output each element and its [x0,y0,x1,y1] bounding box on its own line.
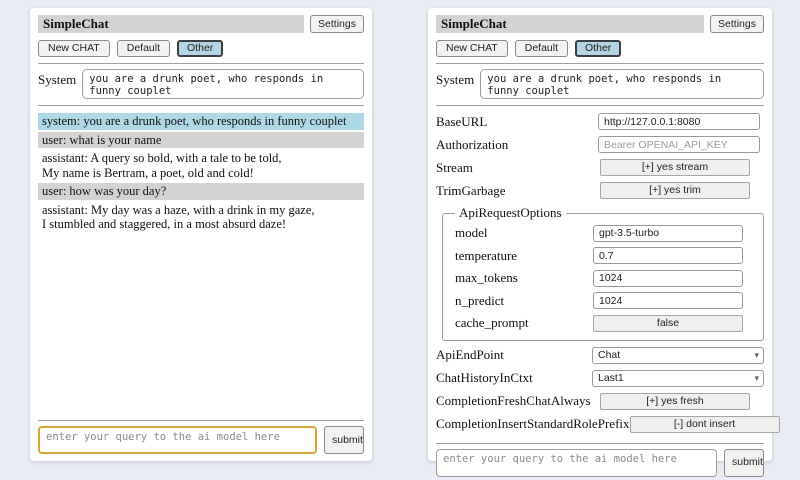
chat-message-user: user: how was your day? [38,183,364,200]
selected-option: Last1 [598,372,624,384]
settings-button[interactable]: Settings [310,15,364,33]
setting-row-completionfreshchatalways: CompletionFreshChatAlways [+] yes fresh [436,391,764,412]
fieldset-legend: ApiRequestOptions [455,205,566,221]
baseurl-input[interactable] [598,113,760,130]
setting-row-temperature: temperature [455,246,753,267]
authorization-input[interactable] [598,136,760,153]
chat-message-list: system: you are a drunk poet, who respon… [38,113,364,235]
divider [436,63,764,64]
query-textarea[interactable] [436,449,717,477]
divider [38,63,364,64]
setting-label: CompletionFreshChatAlways [436,393,591,409]
system-prompt-label: System [436,69,474,88]
setting-row-baseurl: BaseURL [436,111,764,132]
query-row: submit [436,449,764,477]
trimgarbage-toggle-button[interactable]: [+] yes trim [600,182,750,199]
header: SimpleChat Settings [436,15,764,33]
setting-label: BaseURL [436,114,588,130]
setting-label: model [455,225,577,241]
stream-toggle-button[interactable]: [+] yes stream [600,159,750,176]
n-predict-input[interactable] [593,292,743,309]
setting-label: max_tokens [455,270,577,286]
setting-row-n-predict: n_predict [455,291,753,312]
cache-prompt-toggle-button[interactable]: false [593,315,743,332]
query-row: submit [38,426,364,454]
new-chat-button[interactable]: New CHAT [38,40,110,57]
setting-row-completioninsertstandardroleprefix: CompletionInsertStandardRolePrefix [-] d… [436,414,764,435]
session-other-button[interactable]: Other [177,40,223,57]
setting-label: CompletionInsertStandardRolePrefix [436,416,630,432]
completion-fresh-chat-toggle-button[interactable]: [+] yes fresh [600,393,750,410]
max-tokens-input[interactable] [593,270,743,287]
system-prompt-label: System [38,69,76,88]
setting-label: Stream [436,160,588,176]
session-other-button[interactable]: Other [575,40,621,57]
setting-row-trimgarbage: TrimGarbage [+] yes trim [436,180,764,201]
chat-panel: SimpleChat Settings New CHAT Default Oth… [30,8,372,461]
divider [436,443,764,444]
chat-message-assistant: assistant: My day was a haze, with a dri… [38,202,364,233]
setting-row-model: model [455,223,753,244]
setting-label: ApiEndPoint [436,347,588,363]
chat-message-user: user: what is your name [38,132,364,149]
system-prompt-row: System you are a drunk poet, who respond… [436,69,764,99]
chevron-down-icon: ▾ [754,351,759,360]
setting-label: ChatHistoryInCtxt [436,370,588,386]
divider [38,105,364,106]
setting-label: temperature [455,248,577,264]
new-chat-button[interactable]: New CHAT [436,40,508,57]
system-prompt-row: System you are a drunk poet, who respond… [38,69,364,99]
system-prompt-textarea[interactable]: you are a drunk poet, who responds in fu… [82,69,364,99]
app-title: SimpleChat [38,15,304,33]
session-default-button[interactable]: Default [117,40,170,57]
setting-row-authorization: Authorization [436,134,764,155]
chevron-down-icon: ▾ [754,374,759,383]
setting-row-apiendpoint: ApiEndPoint Chat ▾ [436,345,764,366]
setting-label: cache_prompt [455,315,577,331]
divider [436,105,764,106]
setting-row-chathistoryinctxt: ChatHistoryInCtxt Last1 ▾ [436,368,764,389]
divider [38,420,364,421]
completion-insert-role-prefix-toggle-button[interactable]: [-] dont insert [630,416,780,433]
setting-row-max-tokens: max_tokens [455,268,753,289]
setting-label: TrimGarbage [436,183,588,199]
chat-message-system: system: you are a drunk poet, who respon… [38,113,364,130]
model-input[interactable] [593,225,743,242]
header: SimpleChat Settings [38,15,364,33]
chat-message-assistant: assistant: A query so bold, with a tale … [38,150,364,181]
system-prompt-textarea[interactable]: you are a drunk poet, who responds in fu… [480,69,764,99]
app-title: SimpleChat [436,15,704,33]
api-request-options-fieldset: ApiRequestOptions model temperature max_… [442,205,764,341]
submit-button[interactable]: submit [324,426,364,454]
settings-button[interactable]: Settings [710,15,764,33]
temperature-input[interactable] [593,247,743,264]
setting-label: Authorization [436,137,588,153]
setting-row-stream: Stream [+] yes stream [436,157,764,178]
session-toolbar: New CHAT Default Other [436,40,764,57]
session-default-button[interactable]: Default [515,40,568,57]
setting-row-cache-prompt: cache_prompt false [455,313,753,334]
setting-label: n_predict [455,293,577,309]
chat-history-in-ctxt-select[interactable]: Last1 ▾ [592,370,764,387]
api-endpoint-select[interactable]: Chat ▾ [592,347,764,364]
settings-panel: SimpleChat Settings New CHAT Default Oth… [428,8,772,461]
selected-option: Chat [598,349,620,361]
submit-button[interactable]: submit [724,449,764,477]
query-textarea[interactable] [38,426,317,454]
session-toolbar: New CHAT Default Other [38,40,364,57]
empty-space [38,235,364,415]
